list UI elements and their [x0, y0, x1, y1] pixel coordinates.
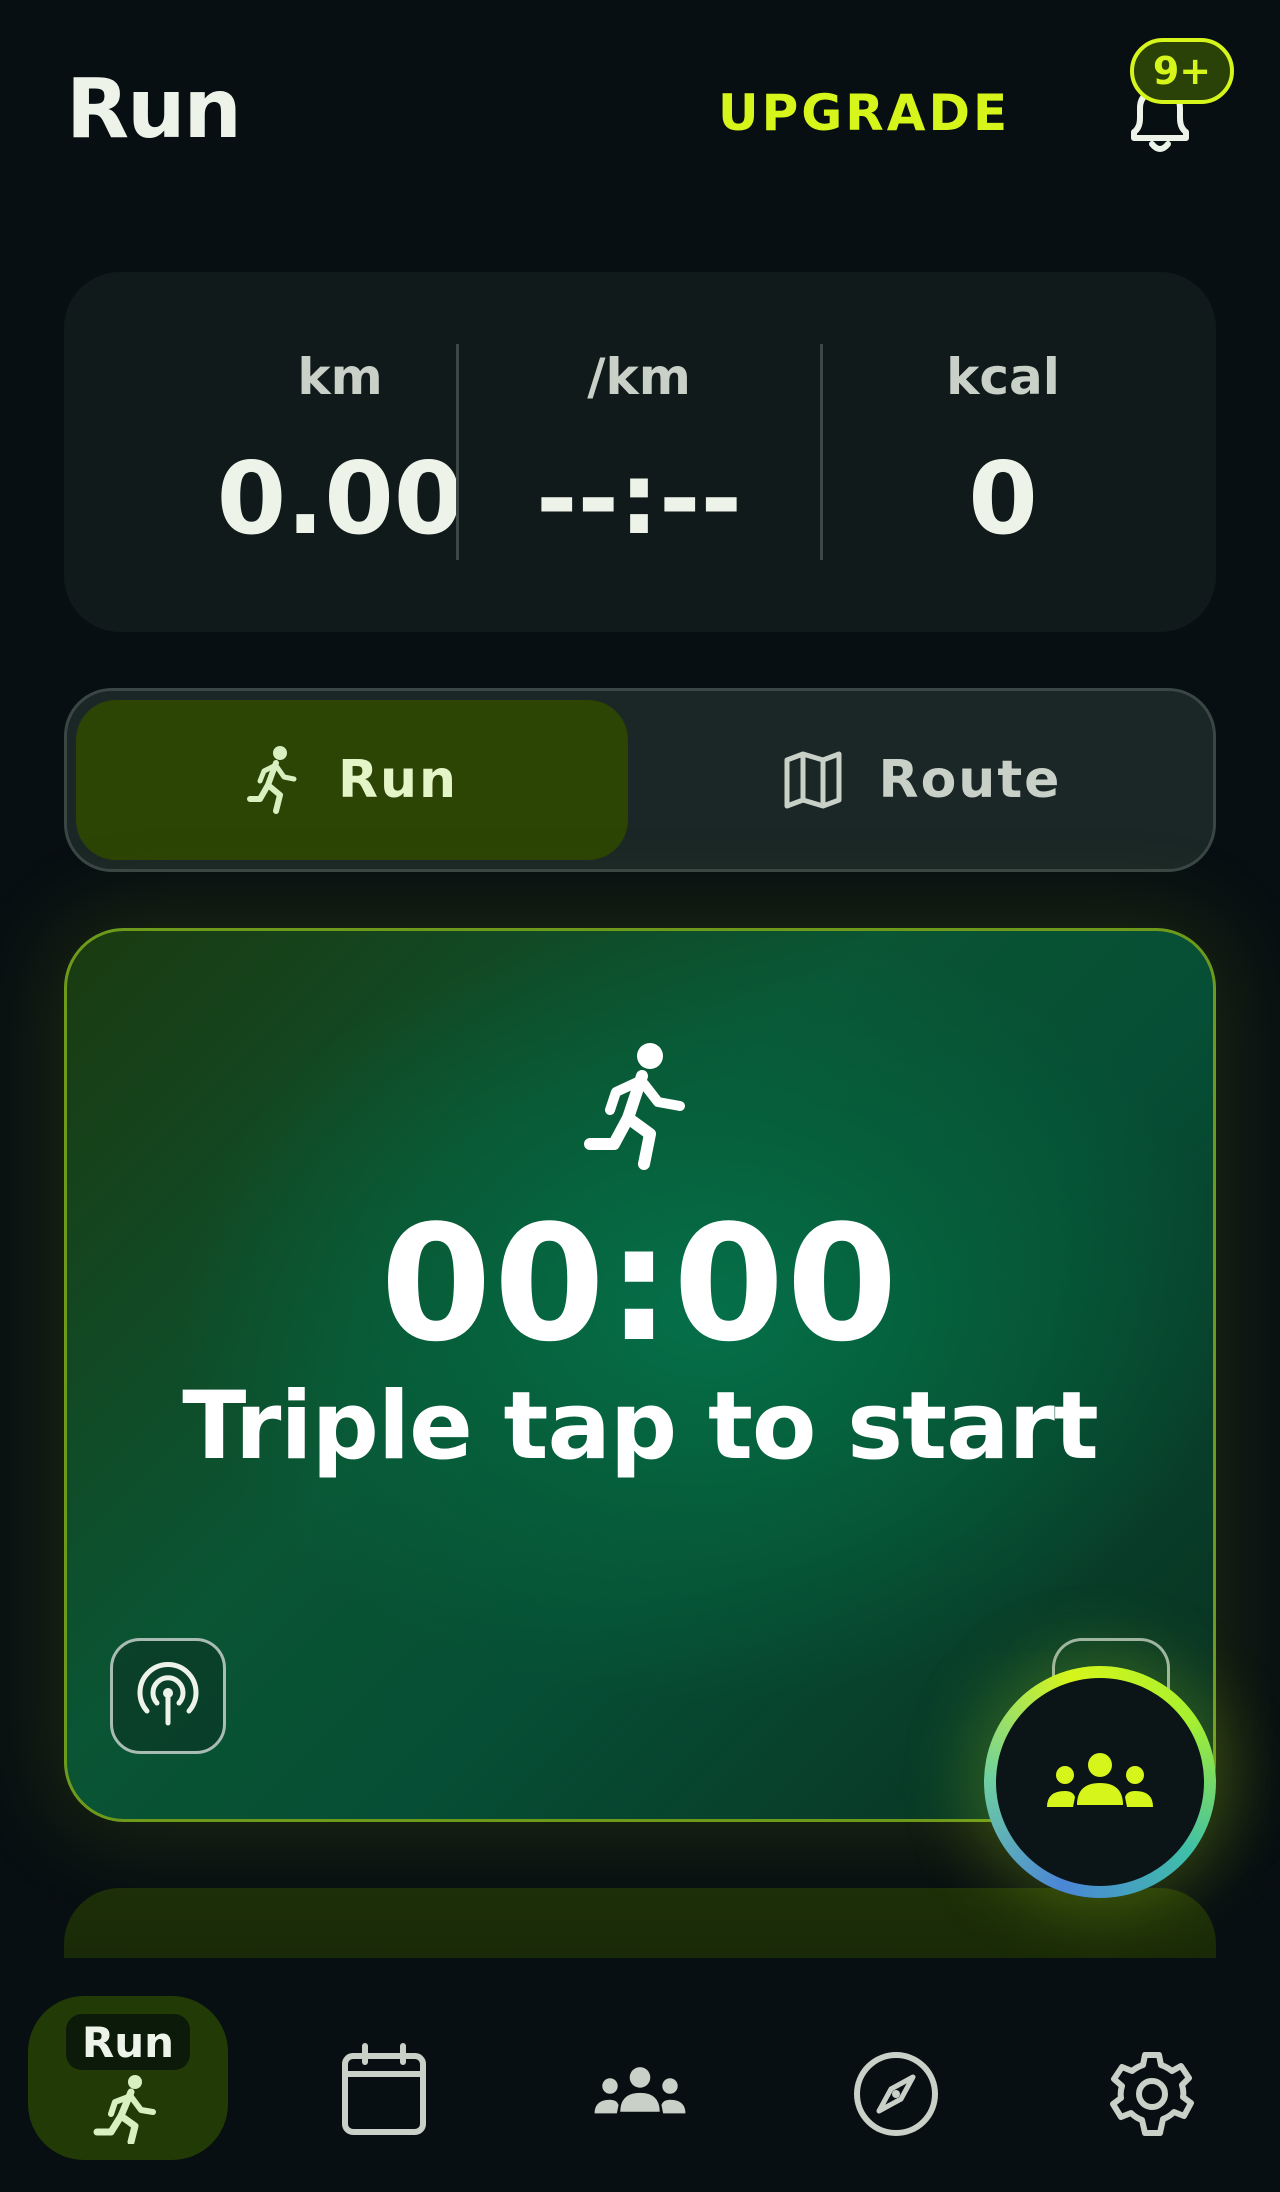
compass-icon — [854, 2052, 938, 2136]
nav-item-settings[interactable] — [1102, 2044, 1202, 2144]
map-icon — [784, 751, 842, 809]
upgrade-button[interactable]: UPGRADE — [718, 84, 1010, 142]
stat-calories: kcal 0 — [821, 272, 1185, 632]
start-hint: Triple tap to start — [182, 1372, 1099, 1481]
stats-card: km 0.00 /km --:-- kcal 0 — [64, 272, 1216, 632]
run-mode-label: Run — [337, 750, 459, 810]
gear-icon — [1110, 2052, 1194, 2136]
nav-item-explore[interactable] — [846, 2044, 946, 2144]
run-mode-tab[interactable]: Run — [76, 700, 628, 860]
stat-value: 0 — [968, 440, 1038, 557]
group-icon — [594, 2067, 686, 2114]
route-mode-label: Route — [878, 750, 1062, 810]
nav-item-groups[interactable] — [584, 2054, 696, 2130]
calendar-icon — [342, 2043, 426, 2135]
group-run-fab[interactable] — [996, 1678, 1204, 1886]
notification-badge: 9+ — [1130, 38, 1234, 104]
group-icon — [1047, 1753, 1153, 1807]
stat-label: kcal — [946, 348, 1060, 406]
route-mode-tab[interactable]: Route — [640, 700, 1204, 860]
broadcast-button[interactable] — [110, 1638, 226, 1754]
stat-label: /km — [587, 348, 691, 406]
stat-pace: /km --:-- — [457, 272, 821, 632]
runner-icon — [580, 1040, 700, 1170]
runner-icon — [88, 2074, 168, 2144]
run-timer: 00:00 — [380, 1190, 900, 1377]
stat-value: --:-- — [535, 440, 742, 557]
runner-icon — [246, 746, 297, 814]
broadcast-icon — [137, 1661, 199, 1726]
nav-item-calendar[interactable] — [334, 2040, 434, 2140]
nav-run-label: Run — [66, 2014, 190, 2070]
page-title: Run — [66, 62, 242, 157]
